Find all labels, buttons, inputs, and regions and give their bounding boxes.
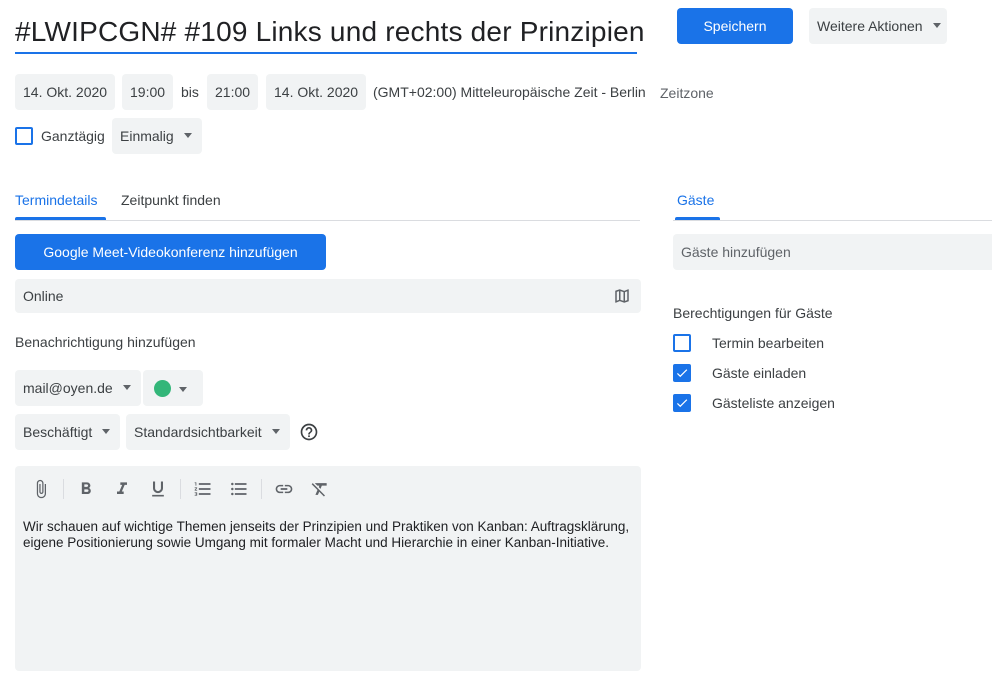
availability-label: Beschäftigt xyxy=(23,424,93,440)
bulleted-list-icon[interactable] xyxy=(227,477,251,501)
color-dropdown[interactable] xyxy=(143,370,203,406)
bold-icon[interactable] xyxy=(74,477,98,501)
permission-checkbox-invite[interactable] xyxy=(673,364,691,382)
tab-guests[interactable]: Gäste xyxy=(677,192,714,208)
end-time-field[interactable]: 21:00 xyxy=(207,74,259,110)
permission-checkbox-see-list[interactable] xyxy=(673,394,691,412)
add-notification-link[interactable]: Benachrichtigung hinzufügen xyxy=(15,334,196,350)
chevron-down-icon xyxy=(271,428,280,434)
more-actions-button[interactable]: Weitere Aktionen xyxy=(809,8,947,44)
recurrence-dropdown[interactable]: Einmalig xyxy=(112,118,202,154)
title-underline xyxy=(15,52,637,54)
chevron-down-icon xyxy=(179,387,187,392)
guests-divider xyxy=(673,220,992,221)
location-field[interactable]: Online xyxy=(15,279,641,313)
checkmark-icon xyxy=(676,369,688,378)
toolbar-divider xyxy=(180,479,181,499)
recurrence-label: Einmalig xyxy=(120,128,174,144)
all-day-checkbox[interactable] xyxy=(15,127,33,145)
save-button[interactable]: Speichern xyxy=(677,8,793,44)
permission-label: Gäste einladen xyxy=(712,365,807,381)
guest-permissions-title: Berechtigungen für Gäste xyxy=(673,305,833,321)
start-date-field[interactable]: 14. Okt. 2020 xyxy=(15,74,116,110)
toolbar-divider xyxy=(63,479,64,499)
description-text: Wir schauen auf wichtige Themen jenseits… xyxy=(23,519,630,550)
numbered-list-icon[interactable] xyxy=(191,477,215,501)
chevron-down-icon xyxy=(932,22,941,28)
chevron-down-icon xyxy=(122,384,131,390)
tabs-divider xyxy=(15,220,640,221)
timezone-text: (GMT+02:00) Mitteleuropäische Zeit - Ber… xyxy=(373,84,646,100)
checkmark-icon xyxy=(676,399,688,408)
timezone-button[interactable]: Zeitzone xyxy=(660,85,714,101)
calendar-dropdown[interactable]: mail@oyen.de xyxy=(15,370,141,406)
chevron-down-icon xyxy=(102,428,111,434)
attachment-icon[interactable] xyxy=(29,477,53,501)
permission-checkbox-modify[interactable] xyxy=(673,334,691,352)
visibility-label: Standardsichtbarkeit xyxy=(134,424,262,440)
event-title-input[interactable]: #LWIPCGN# #109 Links und rechts der Prin… xyxy=(15,14,644,50)
availability-dropdown[interactable]: Beschäftigt xyxy=(15,414,121,450)
start-time-field[interactable]: 19:00 xyxy=(122,74,174,110)
permission-label: Termin bearbeiten xyxy=(712,335,825,351)
chevron-down-icon xyxy=(183,132,192,138)
all-day-label: Ganztägig xyxy=(41,128,105,144)
visibility-dropdown[interactable]: Standardsichtbarkeit xyxy=(126,414,290,450)
link-icon[interactable] xyxy=(272,477,296,501)
add-meet-button[interactable]: Google Meet-Videokonferenz hinzufügen xyxy=(15,234,326,270)
location-value: Online xyxy=(23,288,64,304)
color-swatch xyxy=(154,380,171,397)
italic-icon[interactable] xyxy=(110,477,134,501)
tab-find-time[interactable]: Zeitpunkt finden xyxy=(121,192,221,208)
more-actions-label: Weitere Aktionen xyxy=(817,18,923,34)
add-guests-input[interactable]: Gäste hinzufügen xyxy=(673,234,992,270)
underline-icon[interactable] xyxy=(146,477,170,501)
toolbar-divider xyxy=(261,479,262,499)
map-icon[interactable] xyxy=(613,287,631,305)
permission-label: Gästeliste anzeigen xyxy=(712,395,835,411)
help-icon[interactable] xyxy=(299,422,319,442)
tab-event-details[interactable]: Termindetails xyxy=(15,192,97,208)
clear-formatting-icon[interactable] xyxy=(308,477,332,501)
add-guests-placeholder: Gäste hinzufügen xyxy=(681,244,791,260)
end-date-field[interactable]: 14. Okt. 2020 xyxy=(266,74,367,110)
calendar-label: mail@oyen.de xyxy=(23,380,113,396)
to-label: bis xyxy=(181,84,199,100)
